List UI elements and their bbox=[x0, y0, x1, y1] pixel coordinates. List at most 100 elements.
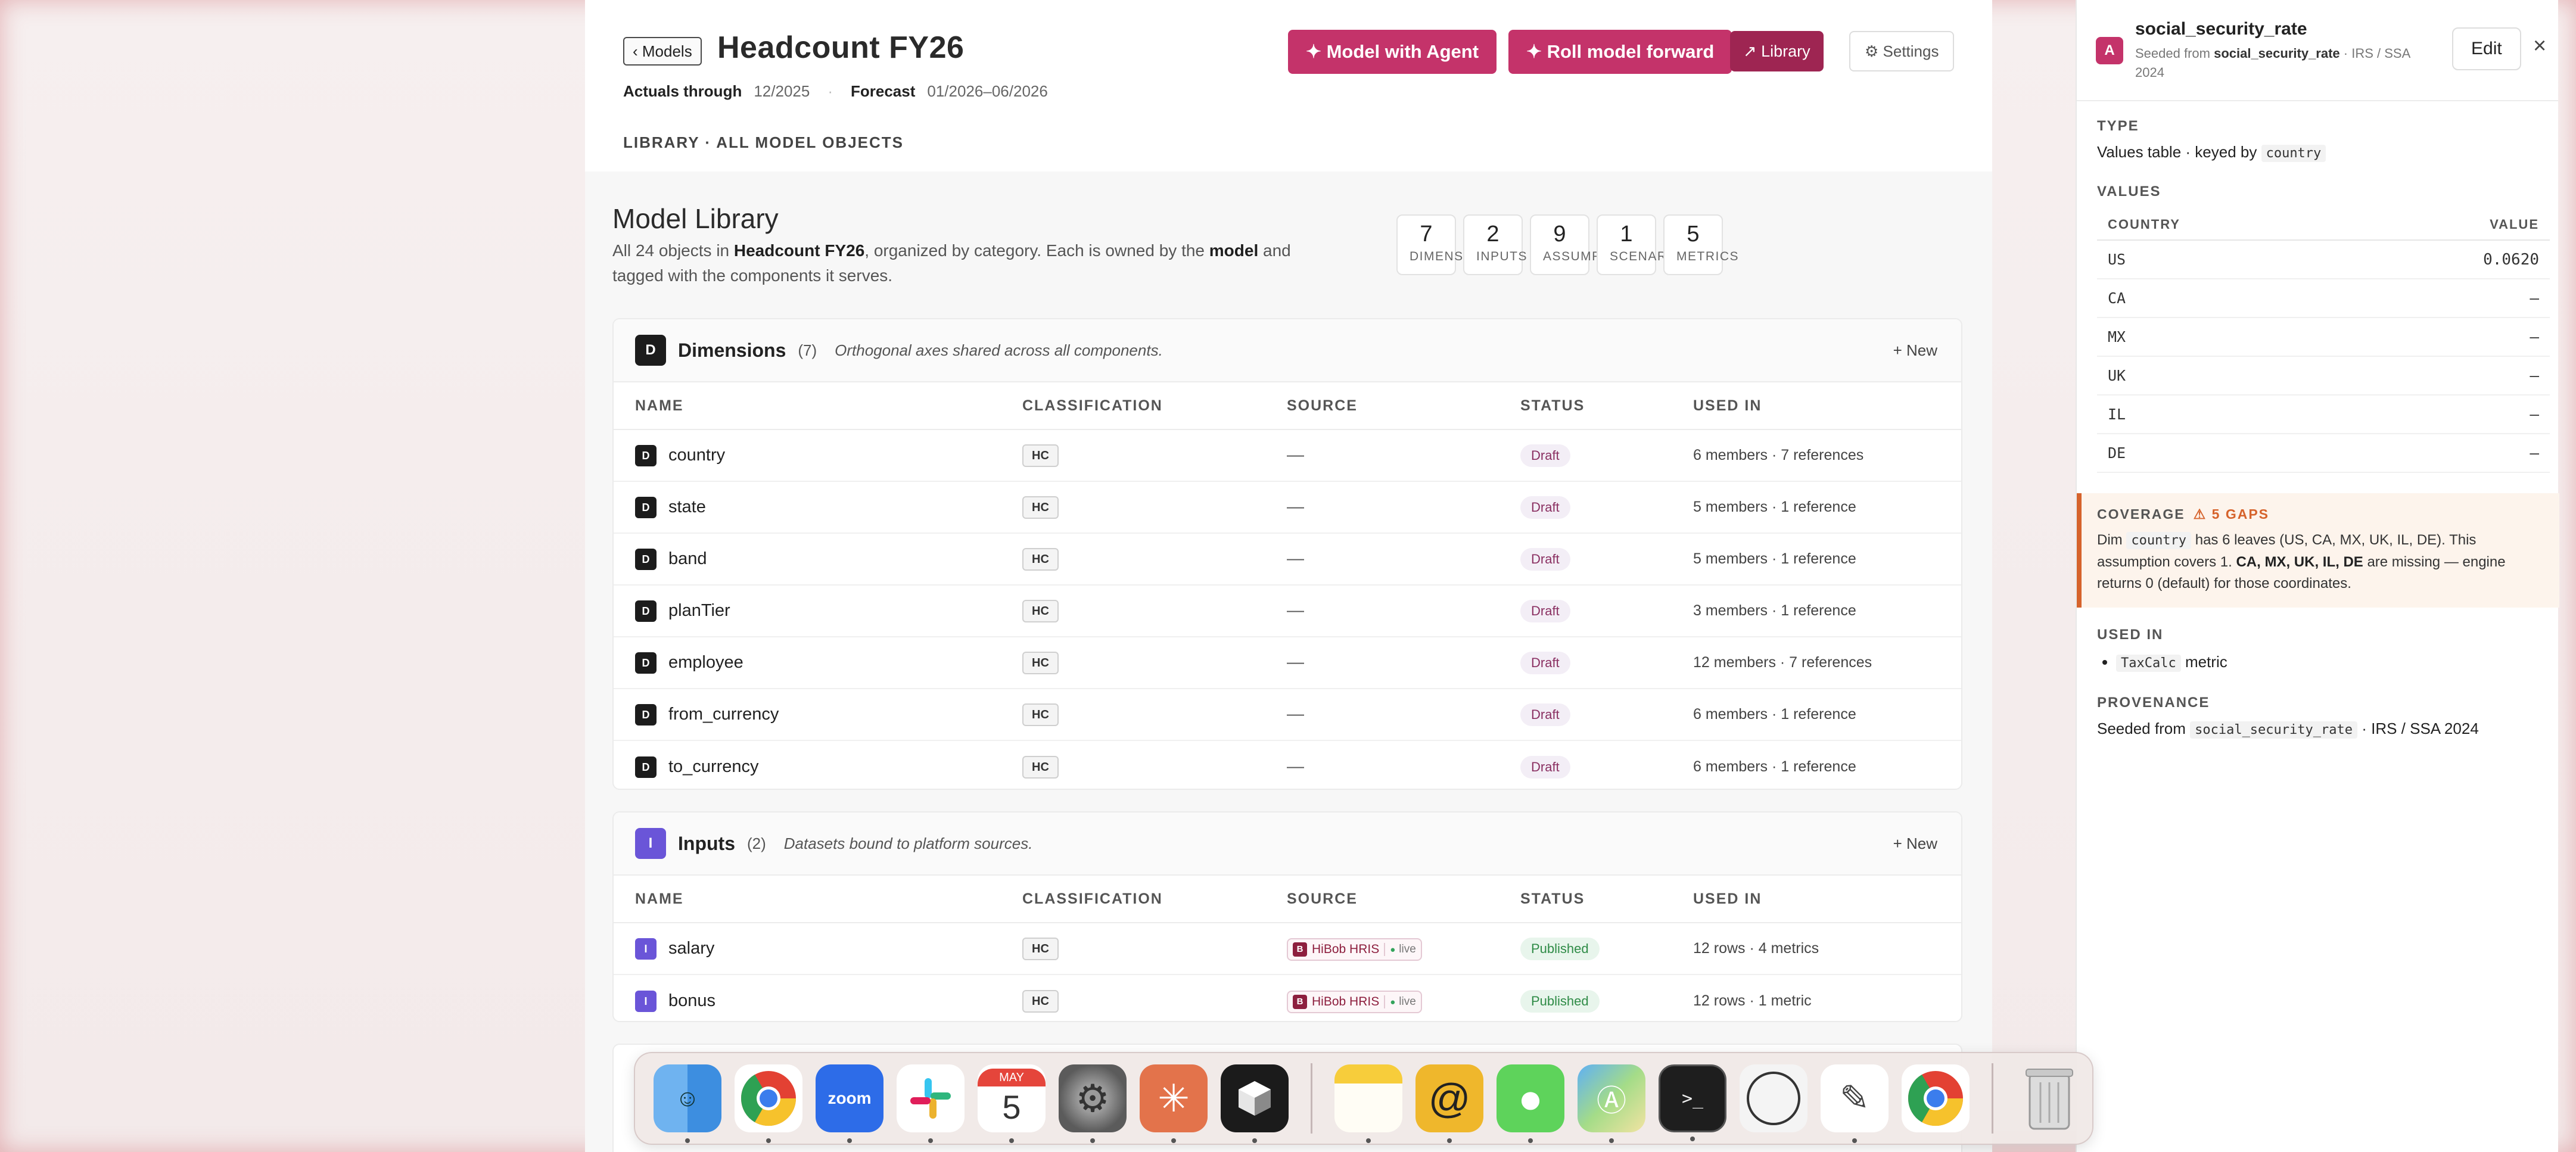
col-status[interactable]: STATUS bbox=[1520, 891, 1693, 908]
finder-icon[interactable]: ☺ bbox=[654, 1064, 721, 1143]
terminal-icon[interactable]: >_ bbox=[1659, 1064, 1726, 1141]
country-code: CA bbox=[2108, 289, 2126, 307]
value-row[interactable]: UK — bbox=[2097, 357, 2550, 396]
cursor-icon[interactable] bbox=[1221, 1064, 1289, 1143]
back-to-models-button[interactable]: ‹ Models bbox=[623, 37, 702, 66]
chrome-app-icon[interactable] bbox=[1902, 1064, 1970, 1132]
dimension-name[interactable]: to_currency bbox=[668, 757, 759, 777]
stat-dimensions[interactable]: 7 DIMENSIONS bbox=[1396, 214, 1497, 275]
calendar-day: 5 bbox=[1002, 1088, 1021, 1126]
input-row[interactable]: IsalaryHCBHiBob HRISlivePublished12 rows… bbox=[614, 923, 1961, 975]
running-indicator bbox=[1252, 1138, 1257, 1143]
dimensions-rows: Dcountry HC — Draft 6 members · 7 references… bbox=[614, 430, 1961, 789]
value-row[interactable]: CA — bbox=[2097, 279, 2550, 318]
dimension-icon: D bbox=[635, 600, 657, 622]
source-chip[interactable]: B HiBob HRIS live bbox=[1287, 938, 1422, 961]
stat-metrics[interactable]: 5 METRICS bbox=[1663, 214, 1738, 275]
running-indicator bbox=[1009, 1138, 1014, 1143]
classification-cell: HC bbox=[1022, 496, 1287, 519]
live-indicator: live bbox=[1384, 995, 1416, 1008]
value-row[interactable]: DE — bbox=[2097, 434, 2550, 473]
country-code: DE bbox=[2108, 444, 2126, 462]
dimension-row[interactable]: Dto_currency HC — Draft 6 members · 1 refere… bbox=[614, 741, 1961, 789]
col-classification[interactable]: CLASSIFICATION bbox=[1022, 397, 1287, 415]
dimension-name[interactable]: planTier bbox=[668, 601, 730, 621]
name-cell: DplanTier bbox=[635, 600, 1022, 622]
status-cell: Draft bbox=[1520, 547, 1693, 571]
stat-assumptions[interactable]: 9 ASSUMPTIONS bbox=[1530, 214, 1643, 275]
dimension-name[interactable]: from_currency bbox=[668, 705, 779, 724]
stat-scenarios[interactable]: 1 SCENARIOS bbox=[1597, 214, 1691, 275]
chrome-icon[interactable] bbox=[735, 1064, 802, 1143]
notes-icon[interactable] bbox=[1334, 1064, 1402, 1143]
desc-model-word: model bbox=[1209, 241, 1259, 260]
value-row[interactable]: IL — bbox=[2097, 396, 2550, 434]
trash-icon[interactable] bbox=[2015, 1064, 2083, 1132]
dimension-row[interactable]: Demployee HC — Draft 12 members · 7 referenc… bbox=[614, 637, 1961, 689]
classification-cell: HC bbox=[1022, 937, 1287, 960]
new-dimension-button[interactable]: + New bbox=[1893, 341, 1937, 360]
input-name[interactable]: salary bbox=[668, 939, 714, 958]
dimension-row[interactable]: Dband HC — Draft 5 members · 1 reference bbox=[614, 534, 1961, 586]
desc-prefix: All 24 objects in bbox=[612, 241, 734, 260]
used-in-item[interactable]: TaxCalc metric bbox=[2116, 653, 2227, 672]
dimension-row[interactable]: DplanTier HC — Draft 3 members · 1 reference bbox=[614, 586, 1961, 637]
col-classification[interactable]: CLASSIFICATION bbox=[1022, 891, 1287, 908]
textedit-icon[interactable]: ✎ bbox=[1821, 1064, 1889, 1143]
value-row[interactable]: US 0.0620 bbox=[2097, 241, 2550, 279]
classification-badge: HC bbox=[1022, 989, 1059, 1013]
period-meta: Actuals through 12/2025 · Forecast 01/20… bbox=[623, 82, 1048, 101]
dimension-name[interactable]: band bbox=[668, 549, 707, 569]
dimension-name[interactable]: state bbox=[668, 497, 706, 517]
roll-model-forward-button[interactable]: ✦ Roll model forward bbox=[1508, 30, 1732, 74]
settings-button[interactable]: ⚙ Settings bbox=[1849, 31, 1955, 71]
edit-button[interactable]: Edit bbox=[2452, 27, 2521, 70]
col-used-in[interactable]: USED IN bbox=[1693, 891, 1940, 908]
value-cell: — bbox=[2530, 366, 2539, 385]
live-indicator: live bbox=[1384, 942, 1416, 956]
dimension-row[interactable]: Dcountry HC — Draft 6 members · 7 references bbox=[614, 430, 1961, 482]
col-source[interactable]: SOURCE bbox=[1287, 891, 1520, 908]
close-icon[interactable]: × bbox=[2533, 33, 2546, 59]
dimensions-column-headers: NAME CLASSIFICATION SOURCE STATUS USED I… bbox=[614, 382, 1961, 430]
system-settings-icon[interactable]: ⚙ bbox=[1059, 1064, 1127, 1143]
source-cell: — bbox=[1287, 705, 1304, 724]
dimension-name[interactable]: country bbox=[668, 446, 725, 465]
dimension-row[interactable]: Dfrom_currency HC — Draft 6 members · 1 refe… bbox=[614, 689, 1961, 741]
input-row[interactable]: IbonusHCBHiBob HRISlivePublished12 rows … bbox=[614, 975, 1961, 1021]
zoom-icon[interactable]: zoom bbox=[816, 1064, 883, 1143]
stat-inputs[interactable]: 2 INPUTS bbox=[1463, 214, 1527, 275]
input-name[interactable]: bonus bbox=[668, 991, 715, 1011]
messages-icon[interactable]: ● bbox=[1497, 1064, 1564, 1143]
model-with-agent-button[interactable]: ✦ Model with Agent bbox=[1288, 30, 1497, 74]
status-badge: Published bbox=[1520, 937, 1600, 960]
library-button[interactable]: ↗ Library bbox=[1730, 31, 1824, 71]
dimension-icon: D bbox=[635, 703, 657, 726]
dimension-name[interactable]: employee bbox=[668, 653, 743, 672]
circle-app-icon[interactable] bbox=[1740, 1064, 1807, 1132]
dimensions-count: (7) bbox=[798, 341, 817, 359]
detail-title: social_security_rate bbox=[2135, 19, 2307, 39]
new-input-button[interactable]: + New bbox=[1893, 835, 1937, 853]
col-name[interactable]: NAME bbox=[635, 397, 1022, 415]
inputs-title: Inputs bbox=[678, 832, 735, 854]
value-row[interactable]: MX — bbox=[2097, 318, 2550, 357]
slack-icon[interactable] bbox=[897, 1064, 965, 1143]
maps-icon[interactable]: Ⓐ bbox=[1578, 1064, 1645, 1143]
calendar-icon[interactable]: MAY 5 bbox=[978, 1064, 1046, 1143]
col-name[interactable]: NAME bbox=[635, 891, 1022, 908]
assumption-badge-icon: A bbox=[2096, 37, 2123, 64]
col-status[interactable]: STATUS bbox=[1520, 397, 1693, 415]
prov-key: social_security_rate bbox=[2190, 721, 2357, 739]
dimension-row[interactable]: Dstate HC — Draft 5 members · 1 reference bbox=[614, 482, 1961, 534]
input-badge-icon: I bbox=[635, 828, 666, 859]
col-source[interactable]: SOURCE bbox=[1287, 397, 1520, 415]
coverage-warning: COVERAGE ⚠ 5 GAPS Dim country has 6 leave… bbox=[2077, 493, 2559, 608]
source-chip[interactable]: B HiBob HRIS live bbox=[1287, 990, 1422, 1013]
spiral-app-icon[interactable]: @ bbox=[1415, 1064, 1483, 1143]
status-cell: Draft bbox=[1520, 444, 1693, 467]
claude-icon[interactable]: ✳ bbox=[1140, 1064, 1208, 1143]
col-used-in[interactable]: USED IN bbox=[1693, 397, 1940, 415]
type-label: TYPE bbox=[2097, 118, 2139, 134]
used-in-cell: 12 rows · 1 metric bbox=[1693, 992, 1812, 1009]
